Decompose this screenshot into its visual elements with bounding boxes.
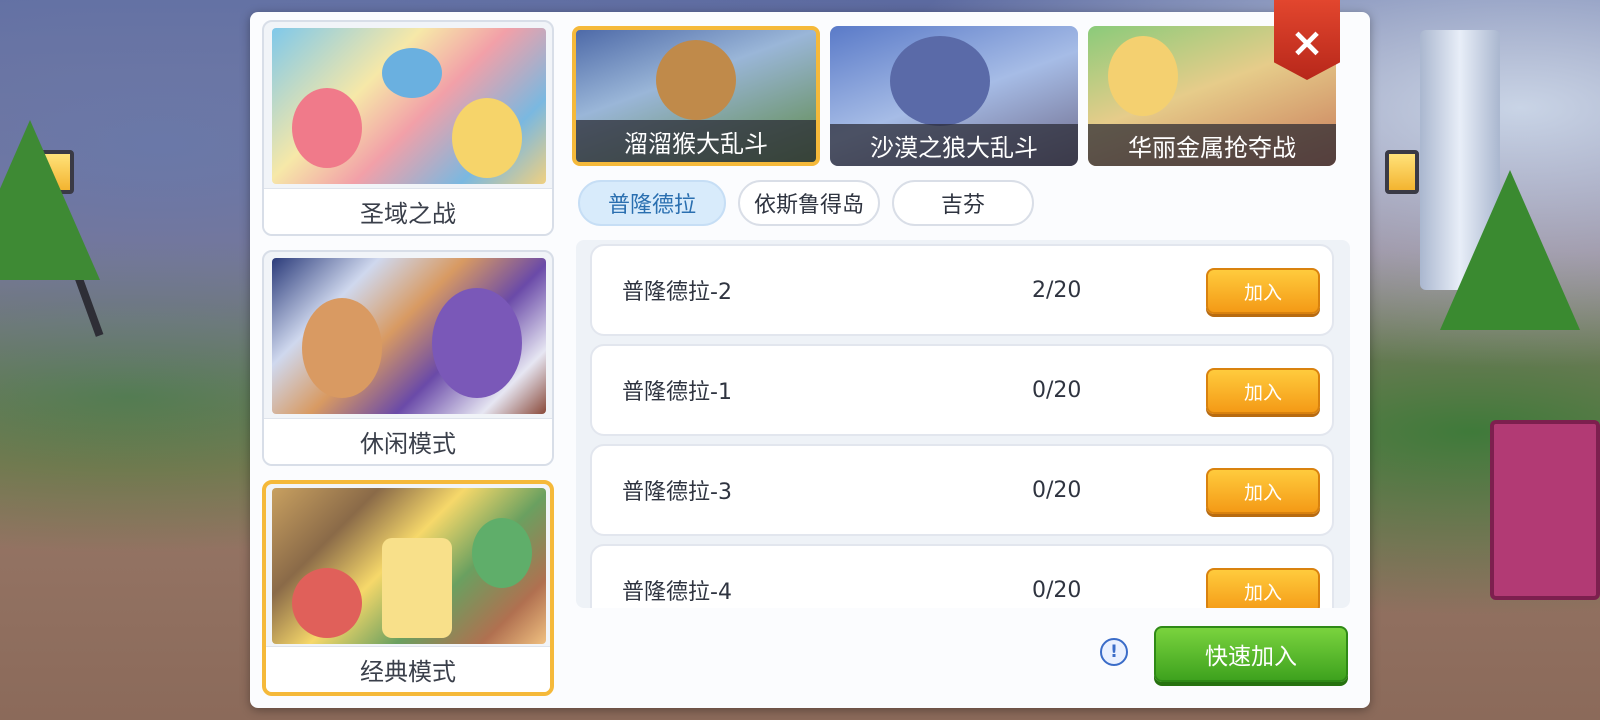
room-name: 普隆德拉-3 [622,480,732,505]
tab-izlude[interactable]: 依斯鲁得岛 [738,180,880,226]
quick-join-button[interactable]: 快速加入 [1154,626,1348,682]
event-label: 华丽金属抢夺战 [1088,124,1336,166]
list-item: 普隆德拉-1 0/20 加入 [590,344,1334,436]
pink-booth [1490,420,1600,600]
tree-right [1440,170,1580,330]
mode-list: 圣域之战 休闲模式 经典模式 [262,20,554,710]
mode-art-classic [272,488,546,644]
mode-label: 圣域之战 [264,188,552,234]
event-label: 溜溜猴大乱斗 [576,120,816,162]
tab-geffen[interactable]: 吉芬 [892,180,1034,226]
tree-left [0,120,100,280]
join-button[interactable]: 加入 [1206,368,1320,414]
close-icon: × [1290,20,1324,66]
city-tabs: 普隆德拉 依斯鲁得岛 吉芬 [578,180,1034,226]
join-button[interactable]: 加入 [1206,568,1320,608]
tab-prontera[interactable]: 普隆德拉 [578,180,726,226]
match-panel: 圣域之战 休闲模式 经典模式 溜溜猴大乱斗 沙漠之狼大乱斗 华丽金属抢夺战 × … [250,0,1370,710]
event-label: 沙漠之狼大乱斗 [830,124,1078,166]
event-art [1108,36,1178,116]
mode-art-sanctuary [272,28,546,184]
event-card-monkey[interactable]: 溜溜猴大乱斗 [572,26,820,166]
room-count: 0/20 [1032,377,1082,403]
room-count: 0/20 [1032,477,1082,503]
event-art [890,36,990,126]
mode-card-sanctuary[interactable]: 圣域之战 [262,20,554,236]
street-lamp-right [1385,150,1419,194]
room-name: 普隆德拉-4 [622,580,732,605]
mode-art-casual [272,258,546,414]
event-card-wolf[interactable]: 沙漠之狼大乱斗 [830,26,1078,166]
event-list: 溜溜猴大乱斗 沙漠之狼大乱斗 华丽金属抢夺战 [572,26,1336,166]
mode-card-casual[interactable]: 休闲模式 [262,250,554,466]
join-button[interactable]: 加入 [1206,268,1320,314]
room-count: 2/20 [1032,277,1082,303]
mode-label: 经典模式 [266,646,550,692]
join-button[interactable]: 加入 [1206,468,1320,514]
room-list[interactable]: 普隆德拉-2 2/20 加入 普隆德拉-1 0/20 加入 普隆德拉-3 0/2… [576,240,1350,608]
mode-card-classic[interactable]: 经典模式 [262,480,554,696]
mode-label: 休闲模式 [264,418,552,464]
list-item: 普隆德拉-3 0/20 加入 [590,444,1334,536]
info-icon[interactable]: ! [1100,638,1128,666]
event-art [656,40,736,120]
room-name: 普隆德拉-1 [622,380,732,405]
list-item: 普隆德拉-2 2/20 加入 [590,244,1334,336]
list-item: 普隆德拉-4 0/20 加入 [590,544,1334,608]
room-count: 0/20 [1032,577,1082,603]
room-name: 普隆德拉-2 [622,280,732,305]
